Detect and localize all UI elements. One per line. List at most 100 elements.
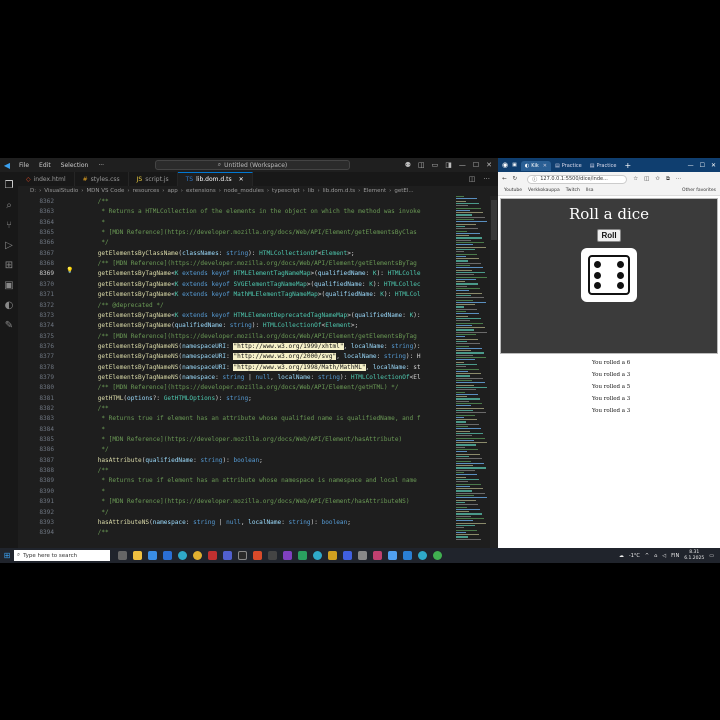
breadcrumb-item[interactable]: app [167, 188, 177, 194]
panel-icon[interactable]: ▭ [432, 161, 439, 169]
code-line[interactable]: getElementsByTagName<K extends keyof HTM… [83, 270, 421, 277]
code-line[interactable]: getElementsByTagNameNS(namespaceURI: "ht… [83, 363, 421, 371]
browser-tab-2[interactable]: ▤ Practice [551, 161, 586, 171]
mail-icon[interactable] [163, 551, 172, 560]
run-debug-icon[interactable]: ▷ [3, 240, 15, 252]
chat-icon[interactable]: ✎ [3, 320, 15, 332]
layout-icon[interactable]: ◫ [418, 161, 425, 169]
browser-tab-3[interactable]: ▤ Practice [586, 161, 621, 171]
app-icon[interactable] [343, 551, 352, 560]
refresh-icon[interactable]: ↻ [513, 176, 518, 182]
code-line[interactable]: */ [83, 509, 108, 516]
menu-more[interactable]: ··· [93, 162, 109, 169]
windows-start-icon[interactable]: ⊞ [0, 548, 14, 563]
minimize-icon[interactable]: — [688, 162, 694, 169]
search-icon[interactable]: ⌕ [3, 200, 15, 212]
code-line[interactable]: getElementsByTagNameNS(namespaceURI: "ht… [83, 342, 421, 350]
close-tab-icon[interactable]: ✕ [239, 176, 244, 183]
code-line[interactable]: /** [83, 467, 109, 474]
breadcrumb-item[interactable]: typescript [272, 188, 300, 194]
profile-icon[interactable]: ◉ [502, 161, 508, 169]
code-line[interactable]: getElementsByTagName<K extends keyof Mat… [83, 291, 421, 298]
close-icon[interactable]: ✕ [486, 161, 492, 169]
code-line[interactable]: * Returns true if element has an attribu… [83, 415, 420, 422]
split-editor-icon[interactable]: ◫ [469, 175, 476, 183]
task-view-icon[interactable] [118, 551, 127, 560]
remote-icon[interactable]: ▣ [3, 280, 15, 292]
code-line[interactable]: getElementsByTagName<K extends keyof SVG… [83, 281, 421, 288]
sidebar-icon[interactable]: ◨ [445, 161, 452, 169]
copilot-icon[interactable]: ⚉ [405, 161, 411, 169]
chrome-icon[interactable] [433, 551, 442, 560]
edge-icon[interactable]: ◐ [3, 300, 15, 312]
code-line[interactable]: /** [MDN Reference](https://developer.mo… [83, 384, 399, 391]
maximize-icon[interactable]: ☐ [700, 162, 705, 169]
app-icon[interactable] [298, 551, 307, 560]
code-line[interactable]: getElementsByTagNameNS(namespaceURI: "ht… [83, 353, 421, 361]
browser-tab-1[interactable]: ◐ Kik ✕ [520, 161, 551, 171]
app-icon[interactable] [238, 551, 247, 560]
chevron-up-icon[interactable]: ^ [645, 553, 649, 559]
app-icon[interactable] [328, 551, 337, 560]
volume-icon[interactable]: ◁ [662, 553, 666, 559]
network-icon[interactable]: ⌂ [654, 553, 657, 559]
file-explorer-icon[interactable] [133, 551, 142, 560]
breadcrumb-item[interactable]: extensions [186, 188, 216, 194]
split-screen-icon[interactable]: ◫ [644, 176, 649, 182]
code-line[interactable]: hasAttribute(qualifiedName: string): boo… [83, 457, 263, 464]
minimize-icon[interactable]: — [459, 161, 466, 169]
app-icon[interactable] [268, 551, 277, 560]
code-line[interactable]: hasAttributeNS(namespace: string | null,… [83, 519, 351, 526]
source-control-icon[interactable]: ⑂ [3, 220, 15, 232]
scrollbar-thumb[interactable] [491, 200, 497, 240]
extensions-icon[interactable]: ⊞ [3, 260, 15, 272]
code-line[interactable]: * [83, 426, 105, 433]
edge-icon[interactable] [418, 551, 427, 560]
code-line[interactable]: getElementsByTagName(qualifiedName: stri… [83, 322, 359, 329]
code-line[interactable]: * [MDN Reference](https://developer.mozi… [83, 229, 417, 236]
code-line[interactable]: getElementsByClassName(classNames: strin… [83, 250, 355, 257]
app-icon[interactable] [358, 551, 367, 560]
app-icon[interactable] [313, 551, 322, 560]
code-line[interactable]: * [MDN Reference](https://developer.mozi… [83, 436, 402, 443]
taskbar-search[interactable]: ⌕ Type here to search [14, 550, 110, 561]
clock[interactable]: 8.31 6.1.2025 [684, 550, 704, 562]
code-line[interactable]: /** [83, 198, 109, 205]
language-indicator[interactable]: FIN [671, 553, 679, 559]
code-line[interactable]: getHTML(options?: GetHTMLOptions): strin… [83, 395, 252, 402]
code-line[interactable]: /** @deprecated */ [83, 302, 164, 309]
new-tab-icon[interactable]: + [624, 161, 631, 170]
more-icon[interactable]: ··· [676, 176, 681, 182]
code-line[interactable]: * [83, 488, 105, 495]
store-icon[interactable] [148, 551, 157, 560]
code-line[interactable]: /** [MDN Reference](https://developer.mo… [83, 260, 417, 267]
menu-selection[interactable]: Selection [56, 162, 94, 169]
editor-scrollbar[interactable] [490, 196, 498, 548]
bookmark-ilsa[interactable]: Ilsa [586, 188, 594, 193]
tab-lib-dom-d-ts[interactable]: TS lib.dom.d.ts ✕ [177, 172, 253, 186]
breadcrumb-item[interactable]: resources [133, 188, 160, 194]
app-icon[interactable] [283, 551, 292, 560]
close-icon[interactable]: ✕ [711, 162, 716, 169]
code-line[interactable]: /** [83, 405, 109, 412]
notifications-icon[interactable]: ▭ [709, 553, 714, 559]
code-line[interactable]: /** [83, 529, 109, 536]
roll-button[interactable]: Roll [597, 229, 621, 242]
lightbulb-icon[interactable]: 💡 [66, 268, 73, 274]
code-line[interactable]: /** [MDN Reference](https://developer.mo… [83, 333, 417, 340]
code-editor[interactable]: 💡 8362 /** 8363 * Returns a HTMLCollectio… [18, 196, 456, 548]
app-icon[interactable] [223, 551, 232, 560]
tab-styles-css[interactable]: # styles.css [75, 172, 129, 186]
bookmark-youtube[interactable]: Youtube [504, 188, 522, 193]
breadcrumb-item[interactable]: node_modules [224, 188, 264, 194]
menu-edit[interactable]: Edit [34, 162, 56, 169]
breadcrumb-item[interactable]: getEl... [394, 188, 413, 194]
command-center[interactable]: ⌕ Untitled (Workspace) [155, 160, 350, 170]
tab-script-js[interactable]: JS script.js [129, 172, 178, 186]
vscode-icon[interactable] [403, 551, 412, 560]
code-line[interactable]: * [83, 219, 105, 226]
tab-index-html[interactable]: ◇ index.html [18, 172, 75, 186]
back-icon[interactable]: ← [502, 176, 507, 182]
breadcrumb-item[interactable]: Element [363, 188, 386, 194]
other-favorites[interactable]: Other favorites [682, 188, 716, 193]
